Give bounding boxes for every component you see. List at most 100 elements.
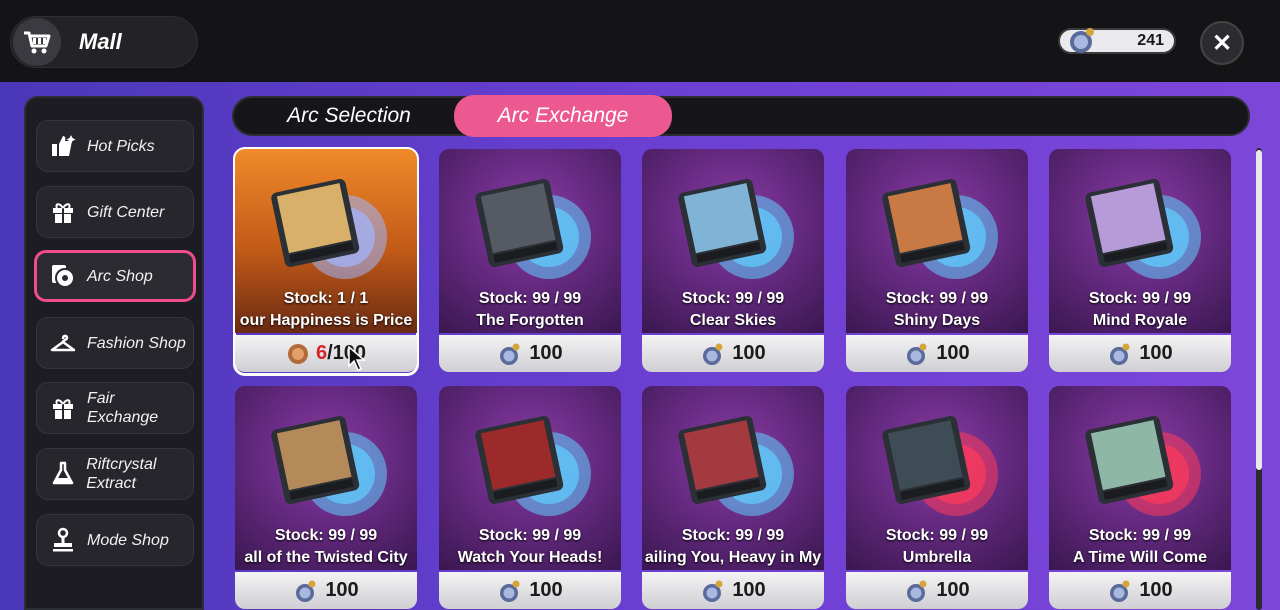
price-value: 100: [529, 342, 563, 364]
sidebar-item-label: Gift Center: [87, 203, 165, 221]
price-value: 100: [732, 579, 766, 601]
item-price-button[interactable]: 100: [642, 335, 824, 372]
close-button[interactable]: ✕: [1200, 21, 1244, 65]
top-bar: Mall 241 ✕: [0, 0, 1280, 82]
price-value: 100: [529, 579, 563, 601]
sidebar-item-fashion-shop[interactable]: Fashion Shop: [36, 317, 194, 369]
sidebar-item-label: Hot Picks: [87, 137, 155, 155]
sidebar-item-label: Arc Shop: [87, 267, 153, 285]
currency-icon: [1070, 28, 1094, 53]
item-name: ailing You, Heavy in My: [644, 549, 822, 566]
item-price-button[interactable]: 100: [1049, 572, 1231, 609]
item-stock: Stock: 1 / 1: [283, 290, 369, 307]
currency-icon: [904, 578, 930, 604]
arc-cartridge-icon: [882, 179, 998, 279]
item-price-button[interactable]: 100: [439, 335, 621, 372]
item-price-button[interactable]: 6/100: [235, 335, 417, 372]
arc-icon: [49, 263, 77, 289]
currency-icon: [904, 341, 930, 367]
sidebar-item-label: Fair Exchange: [87, 390, 159, 426]
arc-cartridge-icon: [678, 416, 794, 516]
item-card-face: Stock: 99 / 99 Watch Your Heads!: [439, 386, 621, 570]
sidebar-item-arc-shop[interactable]: Arc Shop: [34, 250, 196, 302]
sidebar-item-label: Fashion Shop: [87, 334, 186, 352]
arc-cartridge-icon: [1085, 416, 1201, 516]
item-name: Umbrella: [902, 549, 972, 566]
item-card[interactable]: Stock: 99 / 99 Watch Your Heads! 100: [439, 386, 621, 610]
item-stock: Stock: 99 / 99: [885, 527, 989, 544]
tab-arc-selection[interactable]: Arc Selection: [244, 96, 454, 136]
item-price-button[interactable]: 100: [1049, 335, 1231, 372]
sidebar-item-mode-shop[interactable]: Mode Shop: [36, 514, 194, 566]
item-card[interactable]: Stock: 99 / 99 Mind Royale 100: [1049, 149, 1231, 374]
scrollbar[interactable]: [1256, 148, 1262, 610]
item-card[interactable]: Stock: 99 / 99 Umbrella 100: [846, 386, 1028, 610]
item-stock: Stock: 99 / 99: [478, 527, 582, 544]
currency-display: 241: [1058, 28, 1176, 54]
sidebar-item-label: Riftcrystal Extract: [86, 456, 157, 492]
item-card-face: Stock: 1 / 1 our Happiness is Price: [235, 149, 417, 333]
item-card[interactable]: Stock: 99 / 99 Clear Skies 100: [642, 149, 824, 374]
stamp-icon: [49, 527, 77, 553]
price-value: 100: [1139, 342, 1173, 364]
price-value: 100: [325, 579, 359, 601]
item-card-face: Stock: 99 / 99 all of the Twisted City: [235, 386, 417, 570]
currency-icon: [1107, 341, 1133, 367]
gift-icon: [49, 396, 77, 420]
item-price-button[interactable]: 100: [439, 572, 621, 609]
arc-cartridge-icon: [678, 179, 794, 279]
sidebar-item-gift-center[interactable]: Gift Center: [36, 186, 194, 238]
item-price-button[interactable]: 100: [846, 572, 1028, 609]
item-card[interactable]: Stock: 99 / 99 Shiny Days 100: [846, 149, 1028, 374]
page-title: Mall: [79, 29, 122, 54]
item-card-face: Stock: 99 / 99 Umbrella: [846, 386, 1028, 570]
tab-arc-exchange[interactable]: Arc Exchange: [454, 95, 672, 137]
arc-cartridge-icon: [271, 179, 387, 279]
item-price-button[interactable]: 100: [235, 572, 417, 609]
arc-cartridge-icon: [882, 416, 998, 516]
sidebar-item-hot-picks[interactable]: Hot Picks: [36, 120, 194, 172]
hot-picks-icon: [49, 134, 77, 158]
item-price-button[interactable]: 100: [846, 335, 1028, 372]
item-stock: Stock: 99 / 99: [274, 527, 378, 544]
sidebar-item-fair-exchange[interactable]: Fair Exchange: [36, 382, 194, 434]
item-name: our Happiness is Price: [239, 312, 413, 329]
item-price-button[interactable]: 100: [642, 572, 824, 609]
item-card[interactable]: Stock: 99 / 99 The Forgotten 100: [439, 149, 621, 374]
currency-icon: [700, 341, 726, 367]
price-value: 100: [936, 342, 970, 364]
cart-icon: [13, 18, 61, 66]
item-card[interactable]: Stock: 99 / 99 all of the Twisted City 1…: [235, 386, 417, 610]
arc-cartridge-icon: [1085, 179, 1201, 279]
item-card[interactable]: Stock: 99 / 99 ailing You, Heavy in My 1…: [642, 386, 824, 610]
item-card[interactable]: Stock: 1 / 1 our Happiness is Price 6/10…: [233, 147, 419, 376]
item-card[interactable]: Stock: 99 / 99 A Time Will Come 100: [1049, 386, 1231, 610]
scrollbar-thumb[interactable]: [1256, 150, 1262, 470]
arc-cartridge-icon: [475, 179, 591, 279]
currency-icon: [293, 578, 319, 604]
sidebar-item-riftcrystal-extract[interactable]: Riftcrystal Extract: [36, 448, 194, 500]
item-name: The Forgotten: [476, 312, 584, 329]
sidebar: Hot Picks Gift Center Arc Shop Fashion S…: [24, 96, 204, 610]
item-stock: Stock: 99 / 99: [681, 290, 785, 307]
item-name: Clear Skies: [689, 312, 777, 329]
item-card-face: Stock: 99 / 99 Clear Skies: [642, 149, 824, 333]
item-stock: Stock: 99 / 99: [885, 290, 989, 307]
item-name: Shiny Days: [893, 312, 981, 329]
item-card-face: Stock: 99 / 99 ailing You, Heavy in My: [642, 386, 824, 570]
price-value: 100: [1139, 579, 1173, 601]
item-name: A Time Will Come: [1072, 549, 1208, 566]
arc-cartridge-icon: [475, 416, 591, 516]
gift-icon: [49, 200, 77, 224]
currency-icon: [497, 341, 523, 367]
item-stock: Stock: 99 / 99: [478, 290, 582, 307]
mall-header: Mall: [10, 16, 198, 68]
item-name: Watch Your Heads!: [457, 549, 603, 566]
item-stock: Stock: 99 / 99: [1088, 527, 1192, 544]
item-name: Mind Royale: [1092, 312, 1188, 329]
currency-icon: [1107, 578, 1133, 604]
price-current: 6: [315, 342, 328, 364]
item-stock: Stock: 99 / 99: [1088, 290, 1192, 307]
tab-bar: Arc Selection Arc Exchange: [232, 95, 1250, 137]
item-card-face: Stock: 99 / 99 Mind Royale: [1049, 149, 1231, 333]
